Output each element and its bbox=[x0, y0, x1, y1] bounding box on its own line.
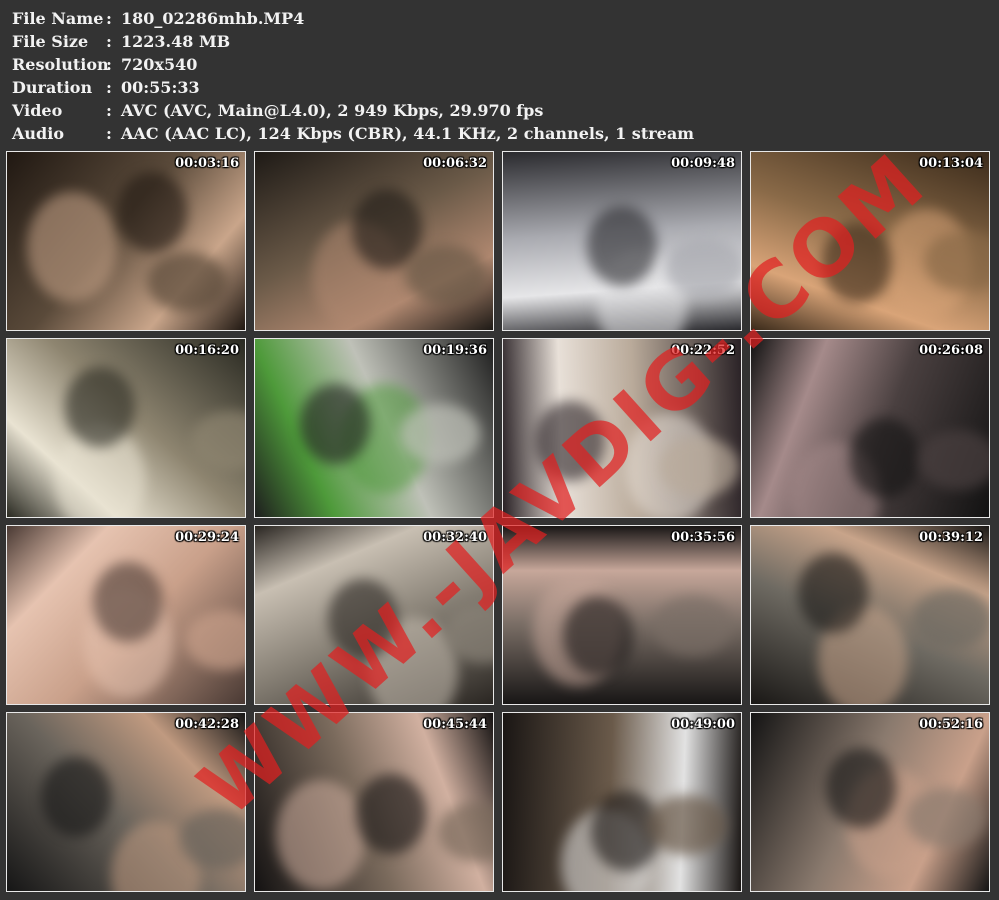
video-thumbnail[interactable]: 00:22:52 bbox=[502, 338, 742, 518]
thumbnail-image bbox=[255, 152, 493, 330]
video-thumbnail[interactable]: 00:29:24 bbox=[6, 525, 246, 705]
video-thumbnail[interactable]: 00:16:20 bbox=[6, 338, 246, 518]
info-row-video: Video: AVC (AVC, Main@L4.0), 2 949 Kbps, … bbox=[12, 101, 544, 120]
thumbnail-grid: 00:03:16 00:06:32 00:09:48 00:13:04 00:16:20… bbox=[6, 151, 994, 894]
thumbnail-timestamp: 00:29:24 bbox=[175, 530, 239, 545]
info-value: AVC (AVC, Main@L4.0), 2 949 Kbps, 29.970… bbox=[121, 101, 544, 120]
thumbnail-image bbox=[255, 526, 493, 704]
video-thumbnail[interactable]: 00:49:00 bbox=[502, 712, 742, 892]
thumbnail-image bbox=[751, 713, 989, 891]
info-label: Video bbox=[12, 101, 63, 120]
thumbnail-image bbox=[7, 339, 245, 517]
thumbnail-timestamp: 00:16:20 bbox=[175, 343, 239, 358]
thumbnail-timestamp: 00:26:08 bbox=[919, 343, 983, 358]
info-value: 180_02286mhb.MP4 bbox=[121, 9, 305, 28]
info-label: File Name bbox=[12, 9, 104, 28]
thumbnail-timestamp: 00:19:36 bbox=[423, 343, 487, 358]
info-label: Duration bbox=[12, 78, 93, 97]
info-value: 1223.48 MB bbox=[121, 32, 231, 51]
thumbnail-timestamp: 00:06:32 bbox=[423, 156, 487, 171]
info-label: Resolution bbox=[12, 55, 109, 74]
video-thumbnail[interactable]: 00:19:36 bbox=[254, 338, 494, 518]
thumbnail-timestamp: 00:35:56 bbox=[671, 530, 735, 545]
thumbnail-timestamp: 00:52:16 bbox=[919, 717, 983, 732]
thumbnail-timestamp: 00:39:12 bbox=[919, 530, 983, 545]
thumbnail-timestamp: 00:13:04 bbox=[919, 156, 983, 171]
video-thumbnail[interactable]: 00:13:04 bbox=[750, 151, 990, 331]
video-thumbnail[interactable]: 00:39:12 bbox=[750, 525, 990, 705]
thumbnail-timestamp: 00:42:28 bbox=[175, 717, 239, 732]
info-row-file-size: File Size:1223.48 MB bbox=[12, 32, 231, 51]
thumbnail-image bbox=[7, 713, 245, 891]
info-value: 00:55:33 bbox=[121, 78, 200, 97]
thumbnail-image bbox=[7, 526, 245, 704]
info-label: File Size bbox=[12, 32, 89, 51]
thumbnail-image bbox=[503, 526, 741, 704]
thumbnail-timestamp: 00:03:16 bbox=[175, 156, 239, 171]
info-value: AAC (AAC LC), 124 Kbps (CBR), 44.1 KHz, … bbox=[121, 124, 695, 143]
info-row-duration: Duration:00:55:33 bbox=[12, 78, 200, 97]
video-thumbnail[interactable]: 00:03:16 bbox=[6, 151, 246, 331]
info-row-audio: Audio: AAC (AAC LC), 124 Kbps (CBR), 44.1… bbox=[12, 124, 695, 143]
thumbnail-image bbox=[503, 339, 741, 517]
video-thumbnail[interactable]: 00:26:08 bbox=[750, 338, 990, 518]
thumbnail-image bbox=[7, 152, 245, 330]
info-label: Audio bbox=[12, 124, 64, 143]
video-thumbnail[interactable]: 00:09:48 bbox=[502, 151, 742, 331]
video-thumbnail[interactable]: 00:45:44 bbox=[254, 712, 494, 892]
thumbnail-timestamp: 00:45:44 bbox=[423, 717, 487, 732]
thumbnail-timestamp: 00:09:48 bbox=[671, 156, 735, 171]
thumbnail-image bbox=[751, 339, 989, 517]
thumbnail-image bbox=[751, 152, 989, 330]
thumbnail-image bbox=[503, 713, 741, 891]
video-thumbnail[interactable]: 00:06:32 bbox=[254, 151, 494, 331]
thumbnail-timestamp: 00:32:40 bbox=[423, 530, 487, 545]
video-thumbnail[interactable]: 00:32:40 bbox=[254, 525, 494, 705]
info-value: 720x540 bbox=[121, 55, 198, 74]
video-thumbnail[interactable]: 00:52:16 bbox=[750, 712, 990, 892]
thumbnail-image bbox=[255, 713, 493, 891]
info-row-file-name: File Name:180_02286mhb.MP4 bbox=[12, 9, 305, 28]
file-info-panel: File Name:180_02286mhb.MP4 File Size:122… bbox=[12, 7, 694, 145]
video-thumbnail[interactable]: 00:42:28 bbox=[6, 712, 246, 892]
thumbnail-timestamp: 00:49:00 bbox=[671, 717, 735, 732]
info-row-resolution: Resolution: 720x540 bbox=[12, 55, 198, 74]
thumbnail-timestamp: 00:22:52 bbox=[671, 343, 735, 358]
thumbnail-image bbox=[751, 526, 989, 704]
video-thumbnail[interactable]: 00:35:56 bbox=[502, 525, 742, 705]
thumbnail-image bbox=[503, 152, 741, 330]
thumbnail-image bbox=[255, 339, 493, 517]
